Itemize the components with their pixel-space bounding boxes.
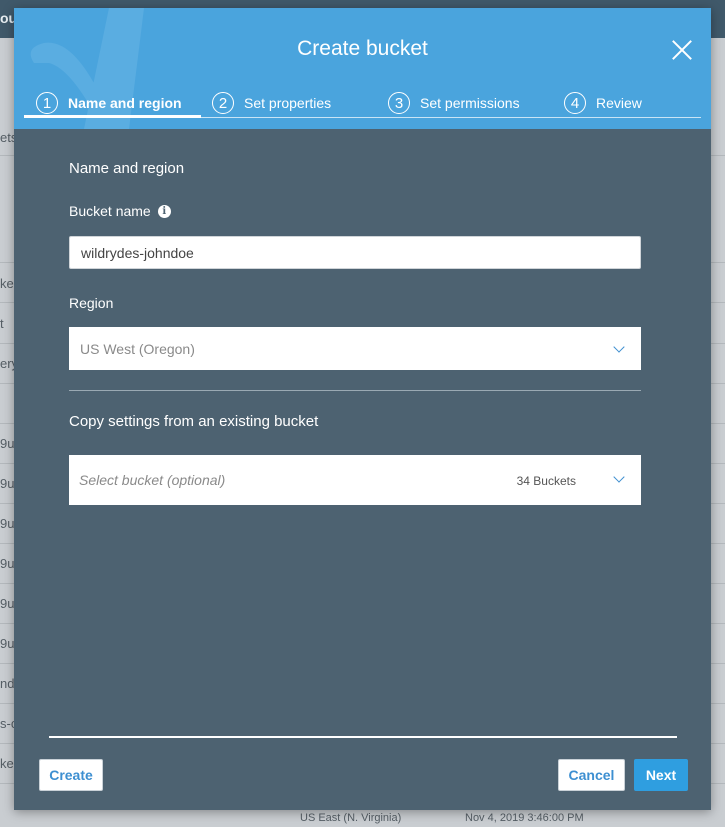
- create-button[interactable]: Create: [39, 759, 103, 791]
- bucket-name-label: Bucket name i: [69, 203, 171, 219]
- close-icon[interactable]: [671, 39, 693, 61]
- info-icon[interactable]: i: [157, 204, 171, 218]
- bucket-name-label-text: Bucket name: [69, 203, 151, 219]
- background-text: nd: [0, 676, 15, 691]
- step-set-permissions[interactable]: 3 Set permissions: [388, 86, 520, 120]
- cancel-button[interactable]: Cancel: [558, 759, 625, 791]
- modal-header: Create bucket 1 Name and region 2 Set pr…: [14, 8, 711, 129]
- active-step-indicator: [24, 115, 201, 118]
- background-text: t: [0, 316, 4, 331]
- modal-title: Create bucket: [297, 37, 428, 60]
- step-set-properties[interactable]: 2 Set properties: [212, 86, 331, 120]
- step-number: 3: [388, 92, 410, 114]
- step-label: Name and region: [68, 95, 182, 111]
- step-label: Review: [596, 95, 642, 111]
- background-text: 9u: [0, 436, 15, 451]
- region-select-value: US West (Oregon): [80, 340, 195, 357]
- step-label: Set permissions: [420, 95, 520, 111]
- copy-settings-title: Copy settings from an existing bucket: [69, 413, 319, 430]
- bucket-count: 34 Buckets: [516, 474, 576, 488]
- create-bucket-modal: Create bucket 1 Name and region 2 Set pr…: [14, 8, 711, 810]
- select-bucket-dropdown[interactable]: Select bucket (optional) 34 Buckets: [69, 455, 641, 505]
- chevron-down-icon: [613, 341, 625, 353]
- background-text: 9u: [0, 596, 15, 611]
- chevron-down-icon: [613, 471, 625, 483]
- step-number: 2: [212, 92, 234, 114]
- background-date-text: Nov 4, 2019 3:46:00 PM: [465, 812, 584, 824]
- bucket-name-input[interactable]: [69, 236, 641, 269]
- background-region-text: US East (N. Virginia): [300, 812, 402, 824]
- step-review[interactable]: 4 Review: [564, 86, 642, 120]
- region-label: Region: [69, 295, 114, 311]
- background-text: 9u: [0, 476, 15, 491]
- region-select[interactable]: US West (Oregon): [69, 327, 641, 370]
- background-text: 9u: [0, 516, 15, 531]
- section-title: Name and region: [69, 160, 185, 177]
- step-number: 1: [36, 92, 58, 114]
- step-number: 4: [564, 92, 586, 114]
- footer-divider: [49, 736, 677, 738]
- background-text: 9u: [0, 636, 15, 651]
- background-text: 9u: [0, 556, 15, 571]
- step-label: Set properties: [244, 95, 332, 111]
- next-button[interactable]: Next: [634, 759, 688, 791]
- select-bucket-placeholder: Select bucket (optional): [79, 472, 226, 488]
- section-divider: [69, 390, 641, 391]
